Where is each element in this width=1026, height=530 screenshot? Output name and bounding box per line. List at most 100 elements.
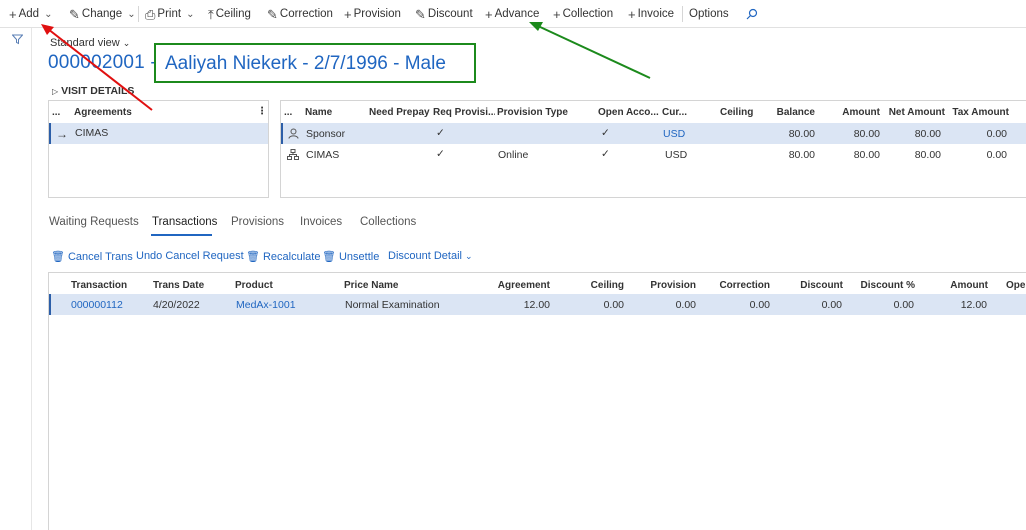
add-label: Add — [18, 8, 40, 20]
agreements-grid: ... Agreements ⋮ → CIMAS — [48, 100, 269, 198]
view-selector[interactable]: Standard view ⌄ — [50, 37, 130, 49]
search-button[interactable] — [746, 6, 758, 22]
provision-grid: ... Name Need Prepay Req Provisi... Prov… — [280, 100, 1026, 198]
change-button[interactable]: ✎ Change ⌄ — [69, 6, 136, 22]
undo-cancel-request-button[interactable]: Undo Cancel Request — [136, 250, 244, 262]
tab-waiting-requests[interactable]: Waiting Requests — [49, 216, 139, 228]
col-open[interactable]: Oper — [1006, 280, 1026, 291]
transactions-header: Transaction Trans Date Product Price Nam… — [49, 273, 1026, 295]
trash-icon: 🗑 — [246, 251, 260, 263]
caret-right-icon: ▷ — [52, 87, 59, 96]
tab-transactions[interactable]: Transactions — [152, 216, 217, 228]
col-tax-amount[interactable]: Tax Amount — [949, 107, 1009, 118]
discount-detail-button[interactable]: Discount Detail ⌄ — [388, 250, 473, 262]
agreement-name: CIMAS — [75, 127, 109, 139]
collection-label: Collection — [562, 8, 614, 20]
col-agreement[interactable]: Agreement — [479, 280, 550, 291]
recalculate-label: Recalculate — [262, 250, 321, 263]
transactions-grid: Transaction Trans Date Product Price Nam… — [48, 272, 1026, 530]
plus-icon: + — [485, 6, 493, 22]
tab-provisions[interactable]: Provisions — [231, 216, 284, 228]
col-select: ... — [52, 107, 61, 118]
action-toolbar: + Add ⌄ ✎ Change ⌄ ⎙ Print ⌄ ⤒ Ceiling ✎… — [0, 0, 1026, 28]
provision-row[interactable]: CIMAS ✓ Online ✓ USD 80.00 80.00 80.00 0… — [281, 144, 1026, 165]
search-icon — [746, 8, 758, 20]
tab-invoices[interactable]: Invoices — [300, 216, 342, 228]
col-open-account[interactable]: Open Acco... — [598, 107, 659, 118]
provision-name: CIMAS — [306, 149, 340, 161]
col-ceiling[interactable]: Ceiling — [720, 107, 753, 118]
col-currency[interactable]: Cur... — [662, 107, 687, 118]
currency: USD — [665, 149, 688, 161]
plus-icon: + — [344, 6, 352, 22]
active-tab-indicator — [151, 234, 212, 236]
col-discount[interactable]: Discount — [779, 280, 843, 291]
discount-label: Discount — [427, 8, 473, 20]
col-provision-type[interactable]: Provision Type — [497, 107, 568, 118]
chevron-down-icon: ⌄ — [44, 8, 53, 20]
discount-detail-label: Discount Detail — [388, 250, 462, 262]
add-button[interactable]: + Add ⌄ — [9, 6, 52, 22]
provision-amount: 0.00 — [675, 299, 696, 311]
invoice-button[interactable]: + Invoice — [628, 6, 674, 22]
col-balance[interactable]: Balance — [761, 107, 815, 118]
transaction-link[interactable]: 000000112 — [71, 299, 123, 311]
correction-amount: 0.00 — [749, 299, 770, 311]
recalculate-button[interactable]: 🗑 Recalculate — [246, 250, 321, 264]
more-options-icon[interactable]: ⋮ — [257, 106, 267, 117]
discount-pct: 0.00 — [893, 299, 914, 311]
col-transaction[interactable]: Transaction — [71, 280, 127, 291]
unsettle-button[interactable]: 🗑 Unsettle — [322, 250, 379, 264]
plus-icon: + — [628, 6, 636, 22]
print-button[interactable]: ⎙ Print ⌄ — [145, 6, 194, 22]
agreement-row[interactable]: → CIMAS — [49, 123, 268, 144]
col-amount[interactable]: Amount — [929, 280, 988, 291]
view-label: Standard view — [50, 37, 120, 49]
col-product[interactable]: Product — [235, 280, 273, 291]
req-provision-check: ✓ — [436, 148, 445, 160]
correction-button[interactable]: ✎ Correction — [267, 6, 333, 22]
currency-link[interactable]: USD — [663, 128, 685, 140]
chevron-down-icon: ⌄ — [122, 38, 131, 48]
col-need-prepay[interactable]: Need Prepay — [369, 107, 430, 118]
patient-highlight-box: Aaliyah Niekerk - 2/7/1996 - Male — [154, 43, 476, 83]
collection-button[interactable]: + Collection — [553, 6, 613, 22]
provision-row[interactable]: Sponsor ✓ ✓ USD 80.00 80.00 80.00 0.00 — [281, 123, 1026, 144]
trash-icon: 🗑 — [51, 251, 65, 263]
net-amount: 80.00 — [914, 149, 941, 161]
col-net-amount[interactable]: Net Amount — [883, 107, 945, 118]
amount: 80.00 — [853, 128, 880, 140]
discount-amount: 0.00 — [821, 299, 842, 311]
provision-header: ... Name Need Prepay Req Provisi... Prov… — [281, 101, 1026, 123]
ceiling-button[interactable]: ⤒ Ceiling — [208, 6, 251, 22]
col-ceiling[interactable]: Ceiling — [564, 280, 624, 291]
product-link[interactable]: MedAx-1001 — [236, 299, 296, 311]
col-discount-pct[interactable]: Discount % — [849, 280, 915, 291]
undo-cancel-label: Undo Cancel Request — [136, 250, 244, 262]
col-name[interactable]: Name — [305, 107, 332, 118]
visit-details-label: VISIT DETAILS — [61, 85, 135, 97]
options-button[interactable]: Options — [689, 6, 729, 22]
options-label: Options — [689, 8, 729, 20]
tab-collections[interactable]: Collections — [360, 216, 416, 228]
filter-icon[interactable] — [12, 34, 23, 45]
col-trans-date[interactable]: Trans Date — [153, 280, 204, 291]
ceiling-amount: 0.00 — [603, 299, 624, 311]
discount-button[interactable]: ✎ Discount — [415, 6, 473, 22]
col-correction[interactable]: Correction — [704, 280, 770, 291]
col-price-name[interactable]: Price Name — [344, 280, 398, 291]
provision-button[interactable]: + Provision — [344, 6, 401, 22]
toolbar-divider — [682, 6, 683, 22]
ceiling-label: Ceiling — [215, 8, 251, 20]
advance-button[interactable]: + Advance — [485, 6, 539, 22]
visit-details-toggle[interactable]: ▷ VISIT DETAILS — [52, 85, 134, 97]
col-select: ... — [284, 107, 293, 118]
col-provision[interactable]: Provision — [636, 280, 696, 291]
balance: 80.00 — [788, 128, 815, 140]
agreement-amount: 12.00 — [523, 299, 550, 311]
cancel-trans-button[interactable]: 🗑 Cancel Trans — [51, 250, 133, 264]
col-amount[interactable]: Amount — [826, 107, 880, 118]
col-agreements[interactable]: Agreements — [74, 107, 132, 118]
col-req-provision[interactable]: Req Provisi... — [433, 107, 495, 118]
transaction-row[interactable]: 000000112 4/20/2022 MedAx-1001 Normal Ex… — [49, 294, 1026, 315]
